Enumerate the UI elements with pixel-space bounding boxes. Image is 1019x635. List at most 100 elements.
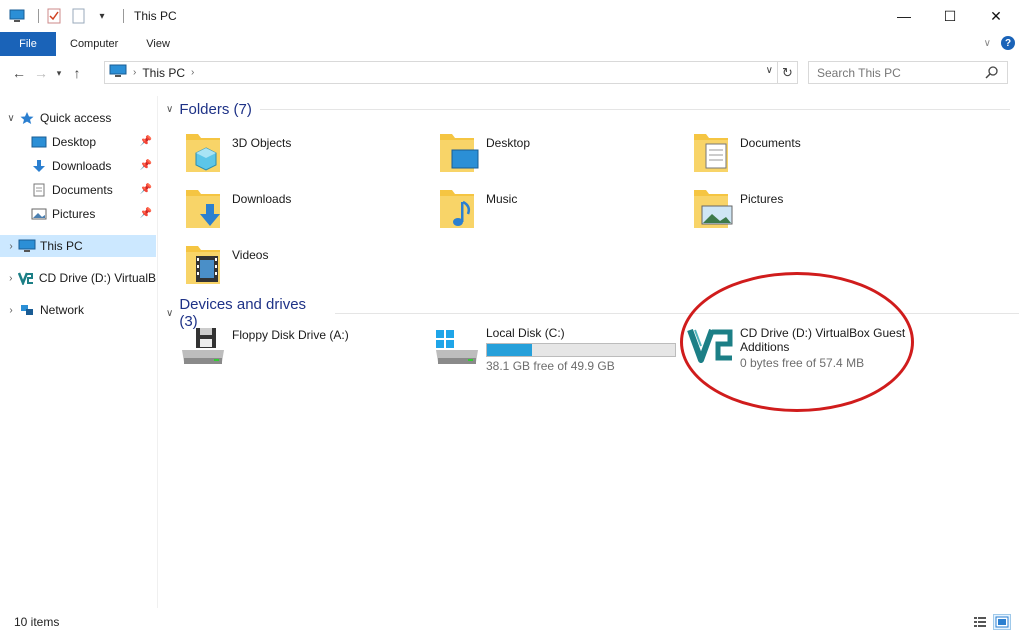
drive-floppy[interactable]: Floppy Disk Drive (A:) bbox=[178, 324, 428, 384]
maximize-button[interactable]: ☐ bbox=[927, 0, 973, 32]
download-arrow-icon bbox=[30, 158, 48, 174]
separator bbox=[38, 9, 39, 23]
collapse-chevron-icon[interactable]: ∨ bbox=[4, 113, 18, 124]
drive-free-space: 38.1 GB free of 49.9 GB bbox=[486, 359, 615, 373]
drive-name: Local Disk (C:) bbox=[486, 326, 565, 340]
ribbon-tabs: File Computer View ∨ ? bbox=[0, 32, 1019, 56]
folder-label: Documents bbox=[740, 136, 801, 150]
tab-computer[interactable]: Computer bbox=[56, 32, 132, 56]
star-icon bbox=[18, 110, 36, 126]
up-button[interactable]: ↑ bbox=[66, 62, 88, 84]
folder-label: 3D Objects bbox=[232, 136, 292, 150]
drive-local-disk[interactable]: Local Disk (C:) 38.1 GB free of 49.9 GB bbox=[432, 322, 682, 382]
folder-label: Music bbox=[486, 192, 518, 206]
window-title: This PC bbox=[134, 9, 177, 23]
desktop-folder-icon bbox=[436, 128, 480, 176]
music-folder-icon bbox=[436, 184, 480, 232]
folder-3d-objects[interactable]: 3D Objects bbox=[182, 128, 432, 180]
collapse-chevron-icon[interactable]: ∨ bbox=[166, 308, 173, 319]
folder-label: Videos bbox=[232, 248, 269, 262]
folder-desktop[interactable]: Desktop bbox=[436, 128, 686, 180]
expand-chevron-icon[interactable]: › bbox=[4, 273, 18, 284]
pictures-icon bbox=[30, 206, 48, 222]
forward-button[interactable]: → bbox=[30, 62, 52, 84]
pin-icon[interactable]: 📌 bbox=[140, 160, 152, 171]
search-box[interactable] bbox=[808, 61, 1008, 84]
large-icons-view-icon[interactable] bbox=[993, 614, 1011, 630]
pin-icon[interactable]: 📌 bbox=[140, 136, 152, 147]
disk-usage-fill bbox=[487, 344, 533, 356]
tab-file[interactable]: File bbox=[0, 32, 56, 56]
details-view-icon[interactable] bbox=[971, 614, 989, 630]
disk-usage-bar bbox=[486, 343, 676, 357]
back-button[interactable]: ← bbox=[8, 62, 30, 84]
downloads-folder-icon bbox=[182, 184, 226, 232]
folder-music[interactable]: Music bbox=[436, 184, 686, 236]
status-bar: 10 items bbox=[0, 608, 1019, 635]
quick-access-toolbar: ▾ bbox=[8, 8, 130, 24]
folder-videos[interactable]: Videos bbox=[182, 240, 432, 292]
sidebar-item-desktop[interactable]: Desktop 📌 bbox=[0, 131, 156, 153]
this-pc-icon bbox=[109, 64, 127, 81]
folder-pictures[interactable]: Pictures bbox=[690, 184, 940, 236]
title-bar: ▾ This PC — ☐ ✕ bbox=[0, 0, 1019, 32]
sidebar-item-label: Network bbox=[40, 303, 85, 317]
this-pc-icon[interactable] bbox=[8, 8, 26, 24]
close-button[interactable]: ✕ bbox=[973, 0, 1019, 32]
breadcrumb-this-pc[interactable]: This PC bbox=[142, 66, 185, 80]
sidebar-item-label: Documents bbox=[52, 183, 113, 197]
address-bar[interactable]: › This PC › ∨ bbox=[104, 61, 778, 84]
pin-icon[interactable]: 📌 bbox=[140, 184, 152, 195]
document-icon bbox=[30, 182, 48, 198]
sidebar-item-documents[interactable]: Documents 📌 bbox=[0, 179, 156, 201]
item-count: 10 items bbox=[14, 614, 60, 629]
sidebar-item-this-pc[interactable]: › This PC bbox=[0, 235, 156, 257]
tab-view[interactable]: View bbox=[132, 32, 184, 56]
floppy-drive-icon bbox=[178, 324, 228, 372]
minimize-button[interactable]: — bbox=[881, 0, 927, 32]
videos-folder-icon bbox=[182, 240, 226, 288]
search-icon[interactable] bbox=[985, 65, 999, 82]
sidebar-item-label: Pictures bbox=[52, 207, 96, 221]
address-dropdown-icon[interactable]: ∨ bbox=[766, 65, 773, 76]
properties-icon[interactable] bbox=[45, 8, 63, 24]
recent-locations-chevron-icon[interactable]: ▾ bbox=[52, 62, 66, 84]
sidebar-item-label: CD Drive (D:) VirtualB bbox=[38, 271, 156, 285]
folder-label: Desktop bbox=[486, 136, 531, 150]
separator bbox=[123, 9, 124, 23]
expand-ribbon-chevron-icon[interactable]: ∨ bbox=[984, 38, 991, 49]
sidebar-item-pictures[interactable]: Pictures 📌 bbox=[0, 203, 156, 225]
virtualbox-icon bbox=[18, 270, 35, 286]
expand-chevron-icon[interactable]: › bbox=[4, 241, 18, 252]
navigation-bar: ← → ▾ ↑ › This PC › ∨ ↻ bbox=[0, 58, 1019, 88]
sidebar-item-label: Downloads bbox=[52, 159, 112, 173]
drive-name: Floppy Disk Drive (A:) bbox=[232, 328, 349, 342]
3d-objects-folder-icon bbox=[182, 128, 226, 176]
sidebar-item-label: Quick access bbox=[40, 111, 112, 125]
divider bbox=[259, 109, 1010, 110]
sidebar-item-downloads[interactable]: Downloads 📌 bbox=[0, 155, 156, 177]
sidebar-item-network[interactable]: › Network bbox=[0, 299, 156, 321]
new-folder-icon[interactable] bbox=[69, 8, 87, 24]
refresh-button[interactable]: ↻ bbox=[778, 61, 798, 84]
local-disk-icon bbox=[432, 322, 482, 370]
expand-chevron-icon[interactable]: › bbox=[4, 305, 18, 316]
breadcrumb-arrow-icon[interactable]: › bbox=[133, 67, 136, 78]
pin-icon[interactable]: 📌 bbox=[140, 208, 152, 219]
search-input[interactable] bbox=[817, 65, 977, 80]
documents-folder-icon bbox=[690, 128, 734, 176]
folder-documents[interactable]: Documents bbox=[690, 128, 940, 180]
collapse-chevron-icon[interactable]: ∨ bbox=[166, 104, 173, 115]
sidebar-item-quick-access[interactable]: ∨ Quick access bbox=[0, 107, 156, 129]
folder-downloads[interactable]: Downloads bbox=[182, 184, 432, 236]
customize-toolbar-chevron-icon[interactable]: ▾ bbox=[93, 8, 111, 24]
sidebar-item-cd-drive[interactable]: › CD Drive (D:) VirtualB bbox=[0, 267, 156, 289]
breadcrumb-arrow-icon[interactable]: › bbox=[191, 67, 194, 78]
help-icon[interactable]: ? bbox=[1001, 36, 1015, 50]
sidebar-item-label: Desktop bbox=[52, 135, 97, 149]
folders-group-header[interactable]: ∨ Folders (7) bbox=[166, 101, 1010, 118]
network-icon bbox=[18, 302, 36, 318]
annotation-ellipse bbox=[680, 272, 914, 412]
sidebar-item-label: This PC bbox=[40, 239, 83, 253]
navigation-pane: ∨ Quick access Desktop 📌 Downloads 📌 Doc… bbox=[0, 96, 158, 608]
